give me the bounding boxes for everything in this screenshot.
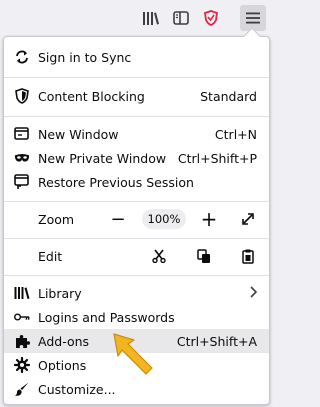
library-label: Library	[38, 285, 82, 301]
edit-row: Edit	[4, 244, 269, 268]
content-blocking-value: Standard	[200, 88, 257, 104]
zoom-in-button[interactable]: +	[197, 207, 221, 231]
customize-label: Customize...	[38, 381, 116, 397]
separator	[4, 116, 269, 117]
zoom-reset-button[interactable]: 100%	[142, 209, 186, 229]
separator	[4, 201, 269, 202]
new-private-window-shortcut: Ctrl+Shift+P	[177, 150, 257, 166]
new-window-label: New Window	[38, 126, 119, 142]
content-blocking-label: Content Blocking	[38, 88, 145, 104]
fullscreen-icon[interactable]	[236, 208, 260, 230]
zoom-out-button[interactable]: −	[106, 208, 130, 230]
library-item[interactable]: Library	[4, 281, 269, 305]
edit-label: Edit	[38, 248, 63, 264]
new-window-item[interactable]: New Window Ctrl+N	[4, 122, 269, 146]
chevron-right-icon	[249, 285, 258, 301]
addons-label: Add-ons	[38, 333, 90, 349]
new-private-window-label: New Private Window	[38, 150, 167, 166]
browser-toolbar	[0, 0, 273, 36]
puzzle-piece-icon	[14, 333, 30, 349]
restore-session-icon	[14, 174, 30, 190]
shield-icon	[14, 88, 30, 104]
zoom-label: Zoom	[38, 211, 75, 227]
zoom-row: Zoom − 100% +	[4, 207, 269, 231]
paintbrush-icon	[14, 381, 30, 397]
sign-in-to-sync-item[interactable]: Sign in to Sync	[4, 45, 269, 69]
library-icon[interactable]	[138, 5, 164, 31]
pointer-arrow-annotation	[113, 333, 153, 375]
restore-session-label: Restore Previous Session	[38, 174, 194, 190]
new-window-icon	[14, 126, 30, 142]
sync-icon	[14, 49, 30, 65]
separator	[4, 77, 269, 78]
hamburger-menu-icon[interactable]	[240, 5, 266, 31]
logins-passwords-item[interactable]: Logins and Passwords	[4, 305, 269, 329]
separator	[4, 275, 269, 276]
new-window-shortcut: Ctrl+N	[214, 126, 257, 142]
sign-in-label: Sign in to Sync	[38, 49, 132, 65]
gear-icon	[14, 357, 30, 373]
content-blocking-item[interactable]: Content Blocking Standard	[4, 84, 269, 108]
cut-icon[interactable]	[147, 245, 171, 267]
private-mask-icon	[14, 150, 30, 166]
addons-shortcut: Ctrl+Shift+A	[176, 333, 257, 349]
customize-item[interactable]: Customize...	[4, 377, 269, 401]
options-label: Options	[38, 357, 87, 373]
logins-passwords-label: Logins and Passwords	[38, 309, 175, 325]
sidebar-icon[interactable]	[168, 5, 194, 31]
brave-shield-icon[interactable]	[198, 5, 224, 31]
new-private-window-item[interactable]: New Private Window Ctrl+Shift+P	[4, 146, 269, 170]
separator	[4, 238, 269, 239]
copy-icon[interactable]	[192, 245, 216, 267]
library-icon	[14, 285, 30, 301]
restore-session-item[interactable]: Restore Previous Session	[4, 170, 269, 194]
key-icon	[14, 309, 30, 325]
paste-icon[interactable]	[236, 245, 260, 267]
